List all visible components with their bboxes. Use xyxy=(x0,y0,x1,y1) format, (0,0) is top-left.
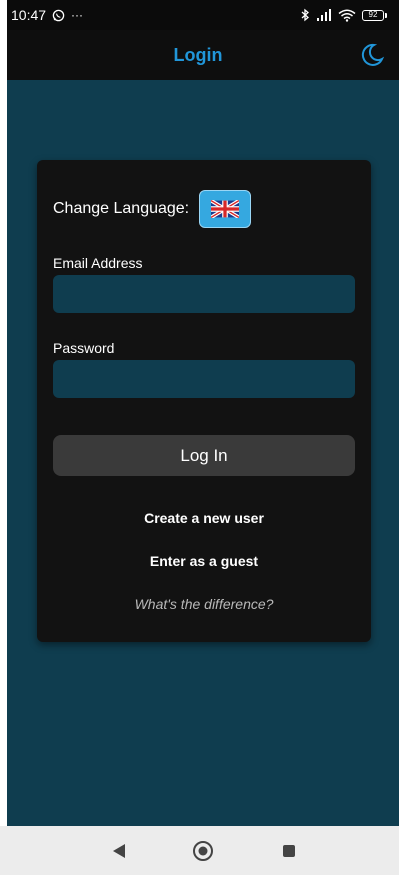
status-left: 10:47 ··· xyxy=(11,7,83,23)
triangle-back-icon[interactable] xyxy=(107,839,131,863)
uk-flag-icon xyxy=(211,200,240,218)
password-label: Password xyxy=(53,340,115,356)
status-right: 92 xyxy=(300,8,387,22)
main-content: Change Language: Email Address Password xyxy=(7,80,399,826)
status-time: 10:47 xyxy=(11,7,47,23)
status-bar: 10:47 ··· 92 xyxy=(7,0,399,30)
app-header: Login xyxy=(7,30,399,80)
battery-tip xyxy=(385,12,387,18)
change-language-label: Change Language: xyxy=(53,200,190,217)
create-user-link[interactable]: Create a new user xyxy=(37,510,371,526)
bluetooth-icon xyxy=(300,8,310,22)
moon-icon[interactable] xyxy=(359,42,385,68)
phone-screen: 10:47 ··· 92 Login Change Language: Emai… xyxy=(0,0,399,875)
wifi-icon xyxy=(338,9,356,22)
login-button[interactable]: Log In xyxy=(53,435,355,476)
password-field[interactable] xyxy=(53,360,355,398)
square-recents-icon[interactable] xyxy=(277,839,301,863)
difference-link[interactable]: What's the difference? xyxy=(37,596,371,612)
guest-link[interactable]: Enter as a guest xyxy=(37,553,371,569)
language-row: Change Language: xyxy=(53,190,252,228)
signal-icon xyxy=(316,9,332,21)
circle-home-icon[interactable] xyxy=(191,839,215,863)
language-flag-button[interactable] xyxy=(199,190,252,228)
side-strip xyxy=(0,0,7,826)
page-title: Login xyxy=(173,44,223,65)
battery-level: 92 xyxy=(362,9,384,21)
system-nav-bar xyxy=(0,826,399,875)
email-label: Email Address xyxy=(53,255,143,271)
login-card: Change Language: Email Address Password xyxy=(37,160,371,642)
more-notifications-icon: ··· xyxy=(71,8,84,22)
email-field[interactable] xyxy=(53,275,355,313)
whatsapp-icon xyxy=(52,9,65,22)
battery-icon: 92 xyxy=(362,9,387,21)
